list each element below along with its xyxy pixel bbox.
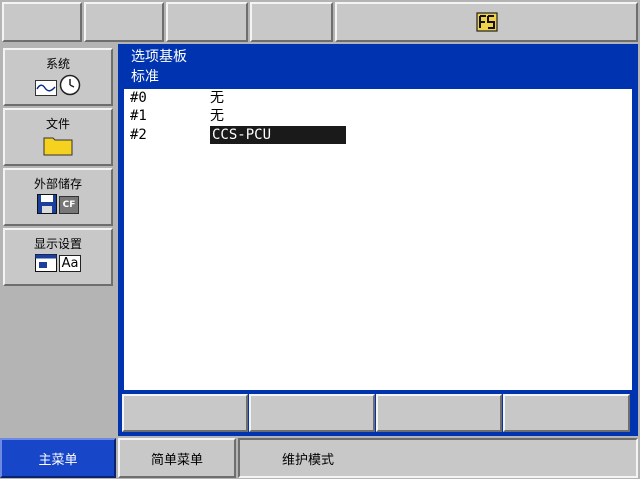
clock-icon [59,74,81,96]
top-tab-2[interactable] [84,2,164,42]
function-key-3[interactable] [376,394,502,432]
top-tab-1[interactable] [2,2,82,42]
top-tab-4[interactable] [250,2,333,42]
menu-system-button[interactable]: 系统 [3,48,113,106]
main-panel: 选项基板 标准 #0 无 #1 无 #2 CCS-PCU [118,44,638,434]
menu-external-storage-button[interactable]: 外部储存 CF [3,168,113,226]
top-tab-logo[interactable] [335,2,638,42]
font-aa-label: Aa [61,256,79,271]
robot-logo-icon [475,12,498,32]
menu-display-settings-button[interactable]: 显示设置 Aa [3,228,113,286]
option-row-value: 无 [210,108,224,124]
floppy-disk-icon [37,194,57,214]
cf-card-icon: CF [59,196,79,214]
waveform-icon [35,80,57,96]
folder-icon [43,137,73,156]
function-key-4[interactable] [503,394,630,432]
option-row-key: #2 [130,127,147,143]
menu-display-settings-label: 显示设置 [33,237,82,251]
main-menu-button[interactable]: 主菜单 [0,438,116,478]
menu-file-button[interactable]: 文件 [3,108,113,166]
option-row-value-selected: CCS-PCU [210,126,346,144]
top-tab-3[interactable] [166,2,248,42]
menu-file-label: 文件 [45,117,70,131]
function-key-1[interactable] [122,394,248,432]
simple-menu-button[interactable]: 简单菜单 [118,438,236,478]
main-menu-label: 主菜单 [38,452,78,468]
option-board-list: #0 无 #1 无 #2 CCS-PCU [124,89,632,426]
menu-system-label: 系统 [45,57,70,71]
function-key-2[interactable] [249,394,375,432]
option-row-key: #1 [130,108,147,124]
simple-menu-label: 简单菜单 [150,452,203,468]
option-row-key: #0 [130,90,147,106]
side-menu: 系统 文件 外部储存 CF 显示设置 Aa [0,44,118,436]
main-header: 选项基板 标准 [121,47,635,89]
page-title: 选项基板 [131,49,187,65]
font-aa-icon: Aa [58,255,82,272]
status-field: 维护模式 [238,438,638,478]
cf-card-label: CF [62,200,76,210]
maintenance-mode-status: 维护模式 [282,452,335,468]
page-subtitle: 标准 [131,69,159,85]
option-row-value: 无 [210,90,224,106]
function-key-bar [118,390,638,436]
window-icon [34,254,57,272]
bottom-bar: 主菜单 简单菜单 维护模式 [0,436,640,479]
menu-external-storage-label: 外部储存 [33,177,82,191]
